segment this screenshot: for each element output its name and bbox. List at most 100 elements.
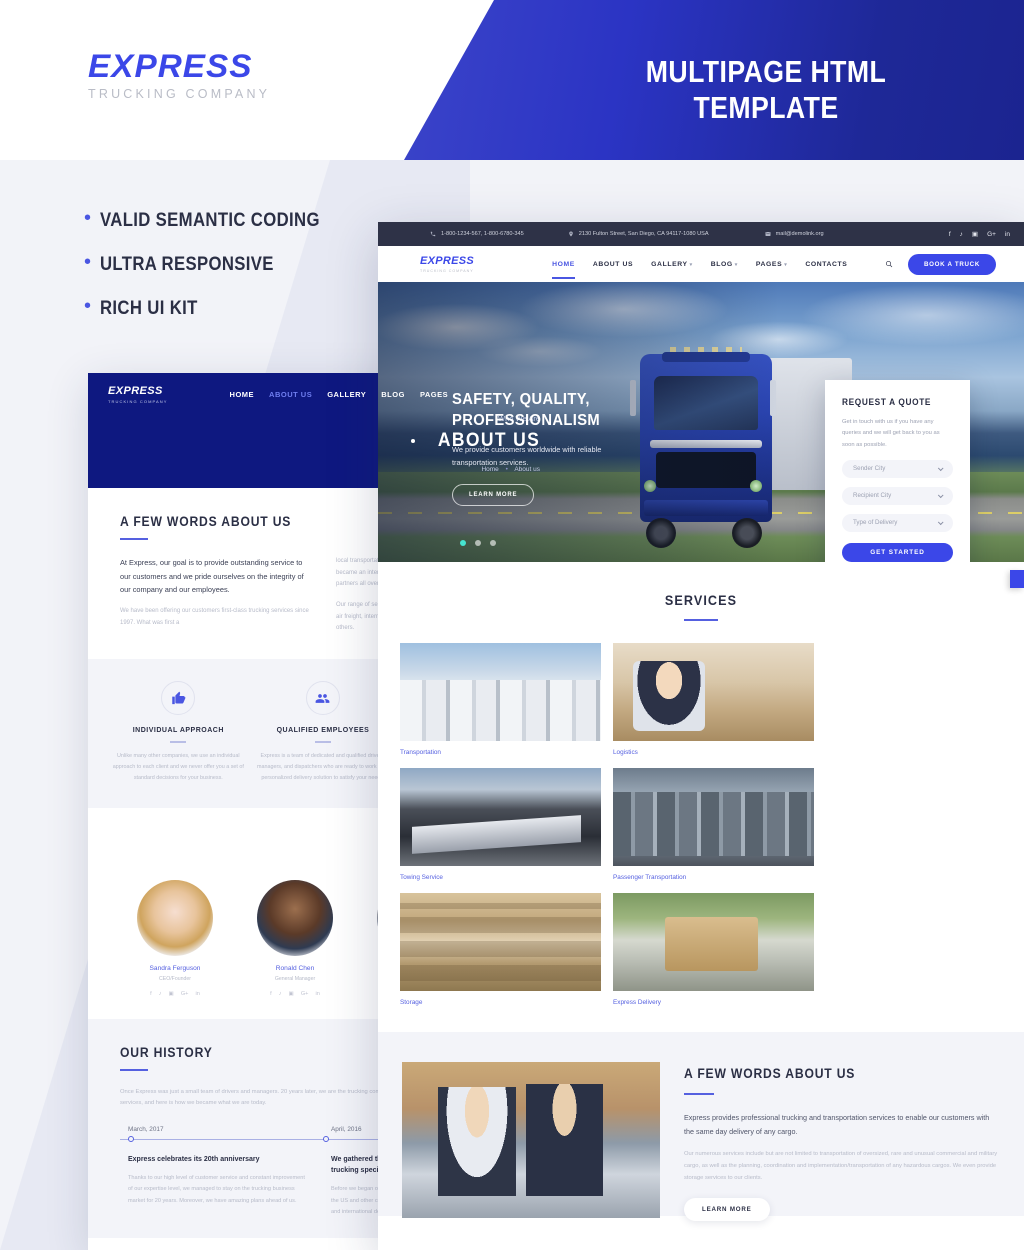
facebook-icon[interactable]: f [270,991,272,997]
slider-dot-1[interactable] [460,540,466,546]
team-member-name[interactable]: Sandra Ferguson [130,965,220,972]
quote-title: REQUEST A QUOTE [842,397,932,407]
slider-dot-2[interactable] [475,540,481,546]
banner-title: MULTIPAGE HTML TEMPLATE [645,54,887,125]
hero-learn-more-button[interactable]: LEARN MORE [452,483,535,506]
envelope-icon [765,232,771,236]
service-card-logistics[interactable]: Logistics [613,643,814,756]
instagram-icon[interactable]: ▣ [972,230,978,238]
topbar-address[interactable]: 2130 Fulton Street, San Diego, CA 94117-… [568,231,709,237]
about-section-text: A FEW WORDS ABOUT US Express provides pr… [684,1062,1000,1221]
hero-slider: SAFETY, QUALITY, PROFESSIONALISM We prov… [378,282,1024,562]
request-quote-card: REQUEST A QUOTE Get in touch with us if … [825,380,970,562]
service-caption: Towing Service [400,874,443,881]
topbar-phone[interactable]: 1-800-1234-567, 1-800-6780-345 [430,231,524,237]
team-member-socials: f ♪ ▣ G+ in [130,991,220,997]
sender-city-select[interactable]: Sender City [842,459,953,478]
hero-headline: SAFETY, QUALITY, PROFESSIONALISM [452,390,633,432]
service-thumbnail [613,768,814,866]
map-pin-icon [568,231,573,237]
twitter-icon[interactable]: ♪ [960,231,963,238]
feature-item: • RICH UI KIT [84,296,350,320]
facebook-icon[interactable]: f [150,991,152,997]
about-section-body: Our numerous services include but are no… [684,1151,998,1181]
bullet-icon: • [84,251,92,273]
google-plus-icon[interactable]: G+ [987,231,996,238]
team-member-role: General Manager [274,975,316,982]
topbar-email[interactable]: mail@demolink.org [765,231,824,237]
linkedin-icon[interactable]: in [1005,231,1010,238]
services-heading: SERVICES [664,592,738,608]
nav-item-home[interactable]: HOME [552,261,575,279]
about-menu-item-pages[interactable]: PAGES [420,390,448,399]
service-card-passenger-transportation[interactable]: Passenger Transportation [613,768,814,881]
slider-dots [460,540,496,546]
home-logo[interactable]: EXPRESS TRUCKING COMPANY [420,255,474,273]
timeline-entry-title: Express celebrates its 20th anniversary [128,1155,260,1163]
google-plus-icon[interactable]: G+ [181,991,189,997]
team-member-name[interactable]: Ronald Chen [250,965,340,972]
twitter-icon[interactable]: ♪ [279,991,282,997]
side-floating-tab[interactable] [1010,570,1024,588]
timeline-date: March, 2017 [128,1125,164,1133]
instagram-icon[interactable]: ▣ [169,991,174,997]
service-caption: Express Delivery [613,999,661,1006]
about-menu: HOME ABOUT US GALLERY BLOG PAGES [230,390,449,399]
delivery-type-select[interactable]: Type of Delivery [842,513,953,532]
nav-item-contacts[interactable]: CONTACTS [805,261,847,268]
about-section-image [402,1062,660,1218]
promo-banner: EXPRESS TRUCKING COMPANY MULTIPAGE HTML … [0,0,1024,160]
quote-description: Get in touch with us if you have any que… [842,419,940,448]
about-section-heading: A FEW WORDS ABOUT US [684,1066,856,1081]
about-feature-text: Express is a team of dedicated and quali… [257,753,389,781]
about-learn-more-button[interactable]: LEARN MORE [684,1197,770,1221]
about-menu-item-gallery[interactable]: GALLERY [327,390,366,399]
about-menu-item-blog[interactable]: BLOG [381,390,405,399]
search-icon[interactable] [885,260,893,268]
nav-item-gallery[interactable]: GALLERY ▾ [651,261,693,268]
about-logo[interactable]: EXPRESS TRUCKING COMPANY [108,385,168,404]
about-feature-title: QUALIFIED EMPLOYEES [276,727,370,735]
nav-item-blog[interactable]: BLOG ▾ [711,261,738,268]
feature-list: • VALID SEMANTIC CODING • ULTRA RESPONSI… [84,207,350,342]
chevron-down-icon: ▾ [734,261,738,268]
instagram-icon[interactable]: ▣ [289,991,294,997]
service-thumbnail [400,768,601,866]
recipient-city-placeholder: Recipient City [853,492,892,500]
google-plus-icon[interactable]: G+ [301,991,309,997]
service-card-towing-service[interactable]: Towing Service [400,768,601,881]
brand-logo-sub: TRUCKING COMPANY [88,87,271,101]
service-card-storage[interactable]: Storage [400,893,601,1006]
team-member-role: CEO/Founder [158,975,191,982]
about-feature-title: INDIVIDUAL APPROACH [132,727,224,735]
avatar [257,879,333,956]
get-started-button[interactable]: GET STARTED [842,542,953,562]
about-feature-text: Unlike many other companies, we use an i… [112,753,244,781]
sender-city-placeholder: Sender City [853,465,886,473]
twitter-icon[interactable]: ♪ [159,991,162,997]
main-menu: HOME ABOUT US GALLERY ▾ BLOG ▾ PAGES ▾ CONT… [552,260,893,279]
slider-dot-3[interactable] [490,540,496,546]
nav-item-pages[interactable]: PAGES ▾ [756,261,787,268]
feature-underline [170,741,187,744]
linkedin-icon[interactable]: in [315,991,319,997]
about-us-section: A FEW WORDS ABOUT US Express provides pr… [378,1032,1024,1221]
timeline-node[interactable] [128,1135,134,1142]
recipient-city-select[interactable]: Recipient City [842,486,953,505]
about-menu-item-about-us[interactable]: ABOUT US [269,390,312,399]
diamond-icon [410,439,415,443]
facebook-icon[interactable]: f [949,231,951,238]
bullet-icon: • [84,207,92,229]
about-menu-item-home[interactable]: HOME [230,390,255,399]
service-caption: Logistics [613,749,638,756]
timeline-node[interactable] [323,1135,329,1142]
book-a-truck-button[interactable]: BOOK A TRUCK [907,253,996,275]
service-card-transportation[interactable]: Transportation [400,643,601,756]
about-intro-left-body: We have been offering our customers firs… [120,608,309,626]
chevron-down-icon [937,519,944,526]
service-card-express-delivery[interactable]: Express Delivery [613,893,814,1006]
team-member: Sandra Ferguson CEO/Founder f ♪ ▣ G+ in [130,879,220,997]
poster-canvas: EXPRESS TRUCKING COMPANY MULTIPAGE HTML … [0,0,1024,1250]
nav-item-about-us[interactable]: ABOUT US [593,261,633,268]
linkedin-icon[interactable]: in [195,991,199,997]
